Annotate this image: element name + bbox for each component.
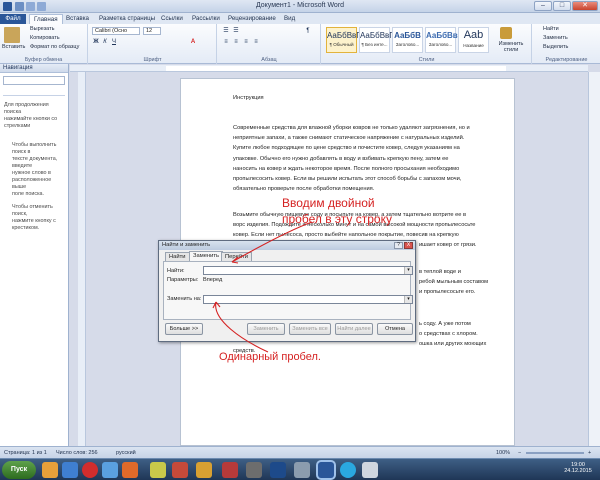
zoom-slider[interactable]: [526, 452, 584, 454]
taskbar: Пуск 19:00 24.12.2015: [0, 458, 600, 480]
word-count[interactable]: Число слов: 256: [56, 450, 98, 456]
app-icon[interactable]: [294, 462, 310, 478]
clock-date: 24.12.2015: [564, 468, 592, 474]
status-bar: Страница: 1 из 1 Число слов: 256 русский…: [0, 446, 600, 458]
start-button[interactable]: Пуск: [2, 461, 36, 479]
firefox-icon[interactable]: [122, 462, 138, 478]
app-icon[interactable]: [172, 462, 188, 478]
zoom-in-button[interactable]: +: [588, 450, 591, 456]
arrow-to-find-field: [231, 221, 313, 263]
app-icon[interactable]: [362, 462, 378, 478]
opera-icon[interactable]: [82, 462, 98, 478]
zoom-level[interactable]: 100%: [496, 450, 510, 456]
filezilla-icon[interactable]: [222, 462, 238, 478]
annotation-arrows: [212, 221, 313, 353]
page-count[interactable]: Страница: 1 из 1: [4, 450, 47, 456]
arrow-to-replace-field: [215, 301, 269, 353]
photoshop-icon[interactable]: [270, 462, 286, 478]
language[interactable]: русский: [116, 450, 136, 456]
explorer-icon[interactable]: [42, 462, 58, 478]
media-player-icon[interactable]: [62, 462, 78, 478]
app-icon[interactable]: [196, 462, 212, 478]
word-icon[interactable]: [318, 462, 334, 478]
arrowhead: [231, 256, 239, 264]
clock[interactable]: 19:00 24.12.2015: [558, 462, 598, 474]
zoom-out-button[interactable]: −: [518, 450, 521, 456]
app-icon[interactable]: [150, 462, 166, 478]
chrome-icon[interactable]: [102, 462, 118, 478]
app-icon[interactable]: [246, 462, 262, 478]
skype-icon[interactable]: [340, 462, 356, 478]
arrowhead: [212, 301, 221, 309]
